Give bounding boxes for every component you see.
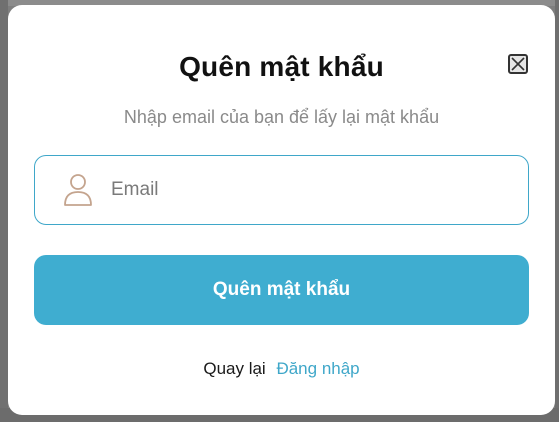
email-input[interactable] — [111, 174, 511, 206]
close-button[interactable] — [508, 54, 528, 74]
footer: Quay lại Đăng nhập — [8, 359, 555, 379]
forgot-password-button[interactable]: Quên mật khẩu — [34, 255, 529, 325]
close-icon — [511, 57, 525, 71]
modal-subtitle: Nhập email của bạn để lấy lại mật khẩu — [123, 107, 440, 127]
forgot-password-modal: Quên mật khẩu Nhập email của bạn để lấy … — [8, 5, 555, 415]
backdrop-right-strip — [555, 0, 559, 422]
email-field[interactable] — [34, 155, 529, 225]
login-link[interactable]: Đăng nhập — [276, 359, 359, 378]
backdrop-left-strip — [0, 0, 8, 422]
back-text: Quay lại — [203, 359, 266, 378]
user-icon — [64, 174, 92, 206]
modal-title: Quên mật khẩu — [179, 51, 384, 82]
